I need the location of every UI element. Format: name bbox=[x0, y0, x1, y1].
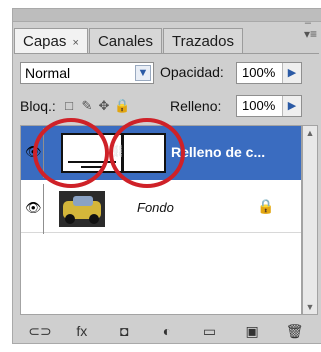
lock-transparency-icon[interactable]: □ bbox=[62, 99, 76, 113]
tab-label: Canales bbox=[97, 33, 154, 50]
mask-icon[interactable]: ◘ bbox=[113, 322, 135, 340]
background-layer-thumbnail[interactable] bbox=[59, 191, 105, 227]
tab-capas[interactable]: Capas × bbox=[14, 28, 88, 53]
app-window: ▾≡ – Capas × Canales Trazados Normal ▼ Op… bbox=[0, 0, 321, 352]
blend-mode-select[interactable]: Normal ▼ bbox=[20, 62, 154, 84]
trash-icon[interactable]: 🗑 bbox=[284, 322, 306, 340]
eye-icon: 👁 bbox=[25, 200, 42, 215]
chevron-right-icon[interactable]: ▶ bbox=[282, 96, 301, 116]
layer-name[interactable]: Relleno de c... bbox=[171, 144, 265, 160]
adjustment-icon[interactable]: ◐ bbox=[156, 322, 178, 340]
bottom-toolbar: ⊂⊃ fx ◘ ◐ ▭ ▣ 🗑 bbox=[18, 320, 316, 342]
tab-trazados[interactable]: Trazados bbox=[163, 28, 243, 53]
tab-label: Trazados bbox=[172, 33, 234, 50]
fill-label: Relleno: bbox=[170, 98, 222, 114]
close-icon[interactable]: – bbox=[305, 17, 311, 29]
visibility-toggle[interactable]: 👁 bbox=[23, 184, 44, 234]
lock-all-icon[interactable]: 🔒 bbox=[114, 99, 130, 113]
tab-canales[interactable]: Canales bbox=[88, 28, 163, 53]
tab-divider bbox=[14, 53, 319, 54]
folder-icon[interactable]: ▭ bbox=[199, 322, 221, 340]
lock-move-icon[interactable]: ✥ bbox=[97, 99, 111, 113]
fill-value: 100% bbox=[242, 98, 276, 113]
panel-header-bar bbox=[13, 9, 321, 22]
chevron-right-icon[interactable]: ▶ bbox=[282, 63, 301, 83]
link-icon[interactable]: ⊂⊃ bbox=[28, 322, 51, 340]
annotation-circle bbox=[109, 118, 185, 188]
blend-mode-value: Normal bbox=[25, 65, 71, 81]
tab-label: Capas bbox=[23, 33, 67, 50]
lock-label: Bloq.: bbox=[20, 98, 56, 114]
blend-opacity-row: Normal ▼ Opacidad: 100% ▶ bbox=[20, 62, 320, 86]
chevron-down-icon[interactable]: ▼ bbox=[135, 65, 151, 81]
thumbnail-wheel bbox=[65, 214, 75, 224]
fill-field[interactable]: 100% ▶ bbox=[236, 95, 302, 117]
panel-tabs: Capas × Canales Trazados bbox=[14, 28, 244, 54]
lock-icon: 🔒 bbox=[257, 198, 275, 214]
thumbnail-wheel bbox=[89, 214, 99, 224]
vertical-scrollbar[interactable]: ▲ ▼ bbox=[302, 125, 318, 315]
layer-name[interactable]: Fondo bbox=[137, 200, 174, 215]
new-layer-icon[interactable]: ▣ bbox=[241, 322, 263, 340]
thumbnail-car-window bbox=[73, 196, 93, 206]
opacity-value: 100% bbox=[242, 65, 276, 80]
opacity-field[interactable]: 100% ▶ bbox=[236, 62, 302, 84]
scroll-up-icon[interactable]: ▲ bbox=[303, 126, 317, 140]
panel-menu-icon[interactable]: ▾≡ – bbox=[304, 17, 317, 41]
scroll-down-icon[interactable]: ▼ bbox=[303, 300, 317, 314]
lock-brush-icon[interactable]: ✎ bbox=[80, 99, 94, 113]
annotation-circle bbox=[33, 118, 109, 188]
lock-fill-row: Bloq.: □ ✎ ✥ 🔒 Relleno: 100% ▶ bbox=[20, 95, 320, 119]
close-icon[interactable]: × bbox=[73, 37, 79, 49]
opacity-label: Opacidad: bbox=[160, 64, 224, 80]
layer-row-background[interactable]: 👁 Fondo 🔒 bbox=[21, 184, 301, 234]
fx-icon[interactable]: fx bbox=[71, 322, 93, 340]
